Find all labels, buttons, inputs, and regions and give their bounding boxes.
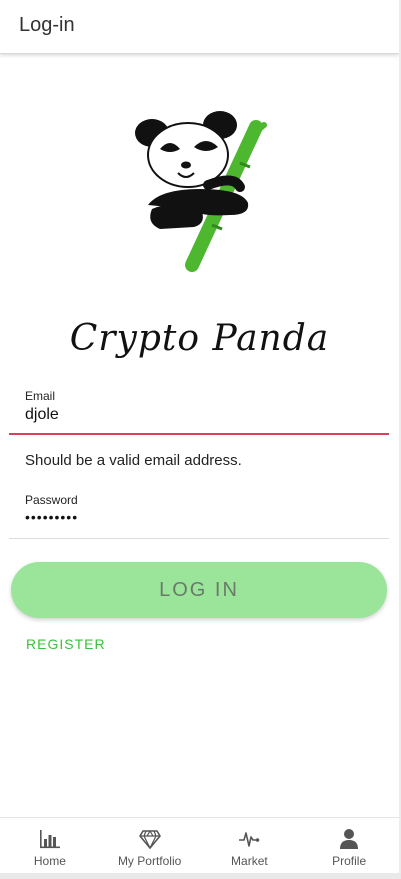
email-label: Email	[25, 389, 56, 403]
nav-item-home[interactable]: Home	[0, 818, 100, 874]
nav-label-home: Home	[33, 854, 66, 868]
bottom-navigation: Home My Portfolio Market Profile	[0, 817, 399, 874]
panda-bamboo-logo	[135, 111, 267, 272]
login-button[interactable]: LOG IN	[11, 562, 387, 618]
email-field[interactable]: djole	[25, 406, 59, 424]
nav-item-market[interactable]: Market	[200, 818, 300, 874]
person-icon	[340, 829, 359, 849]
nav-item-my-portfolio[interactable]: My Portfolio	[100, 818, 200, 874]
bar-chart-icon	[39, 830, 60, 849]
page-title: Log-in	[19, 14, 75, 36]
email-error-text: Should be a valid email address.	[25, 452, 242, 469]
nav-label-profile: Profile	[332, 854, 367, 868]
diamond-icon	[138, 830, 161, 850]
app-header: Log-in	[0, 0, 399, 54]
password-underline	[9, 538, 389, 539]
brand-name: Crypto Panda	[69, 318, 330, 359]
password-field[interactable]: •••••••••	[25, 509, 78, 525]
bottom-edge	[0, 873, 401, 879]
nav-label-market: Market	[231, 854, 268, 868]
nav-item-profile[interactable]: Profile	[299, 818, 399, 874]
pulse-icon	[239, 832, 260, 847]
nav-label-my-portfolio: My Portfolio	[117, 854, 182, 868]
register-link[interactable]: REGISTER	[26, 636, 106, 652]
password-label: Password	[25, 493, 78, 507]
email-underline	[9, 433, 389, 435]
